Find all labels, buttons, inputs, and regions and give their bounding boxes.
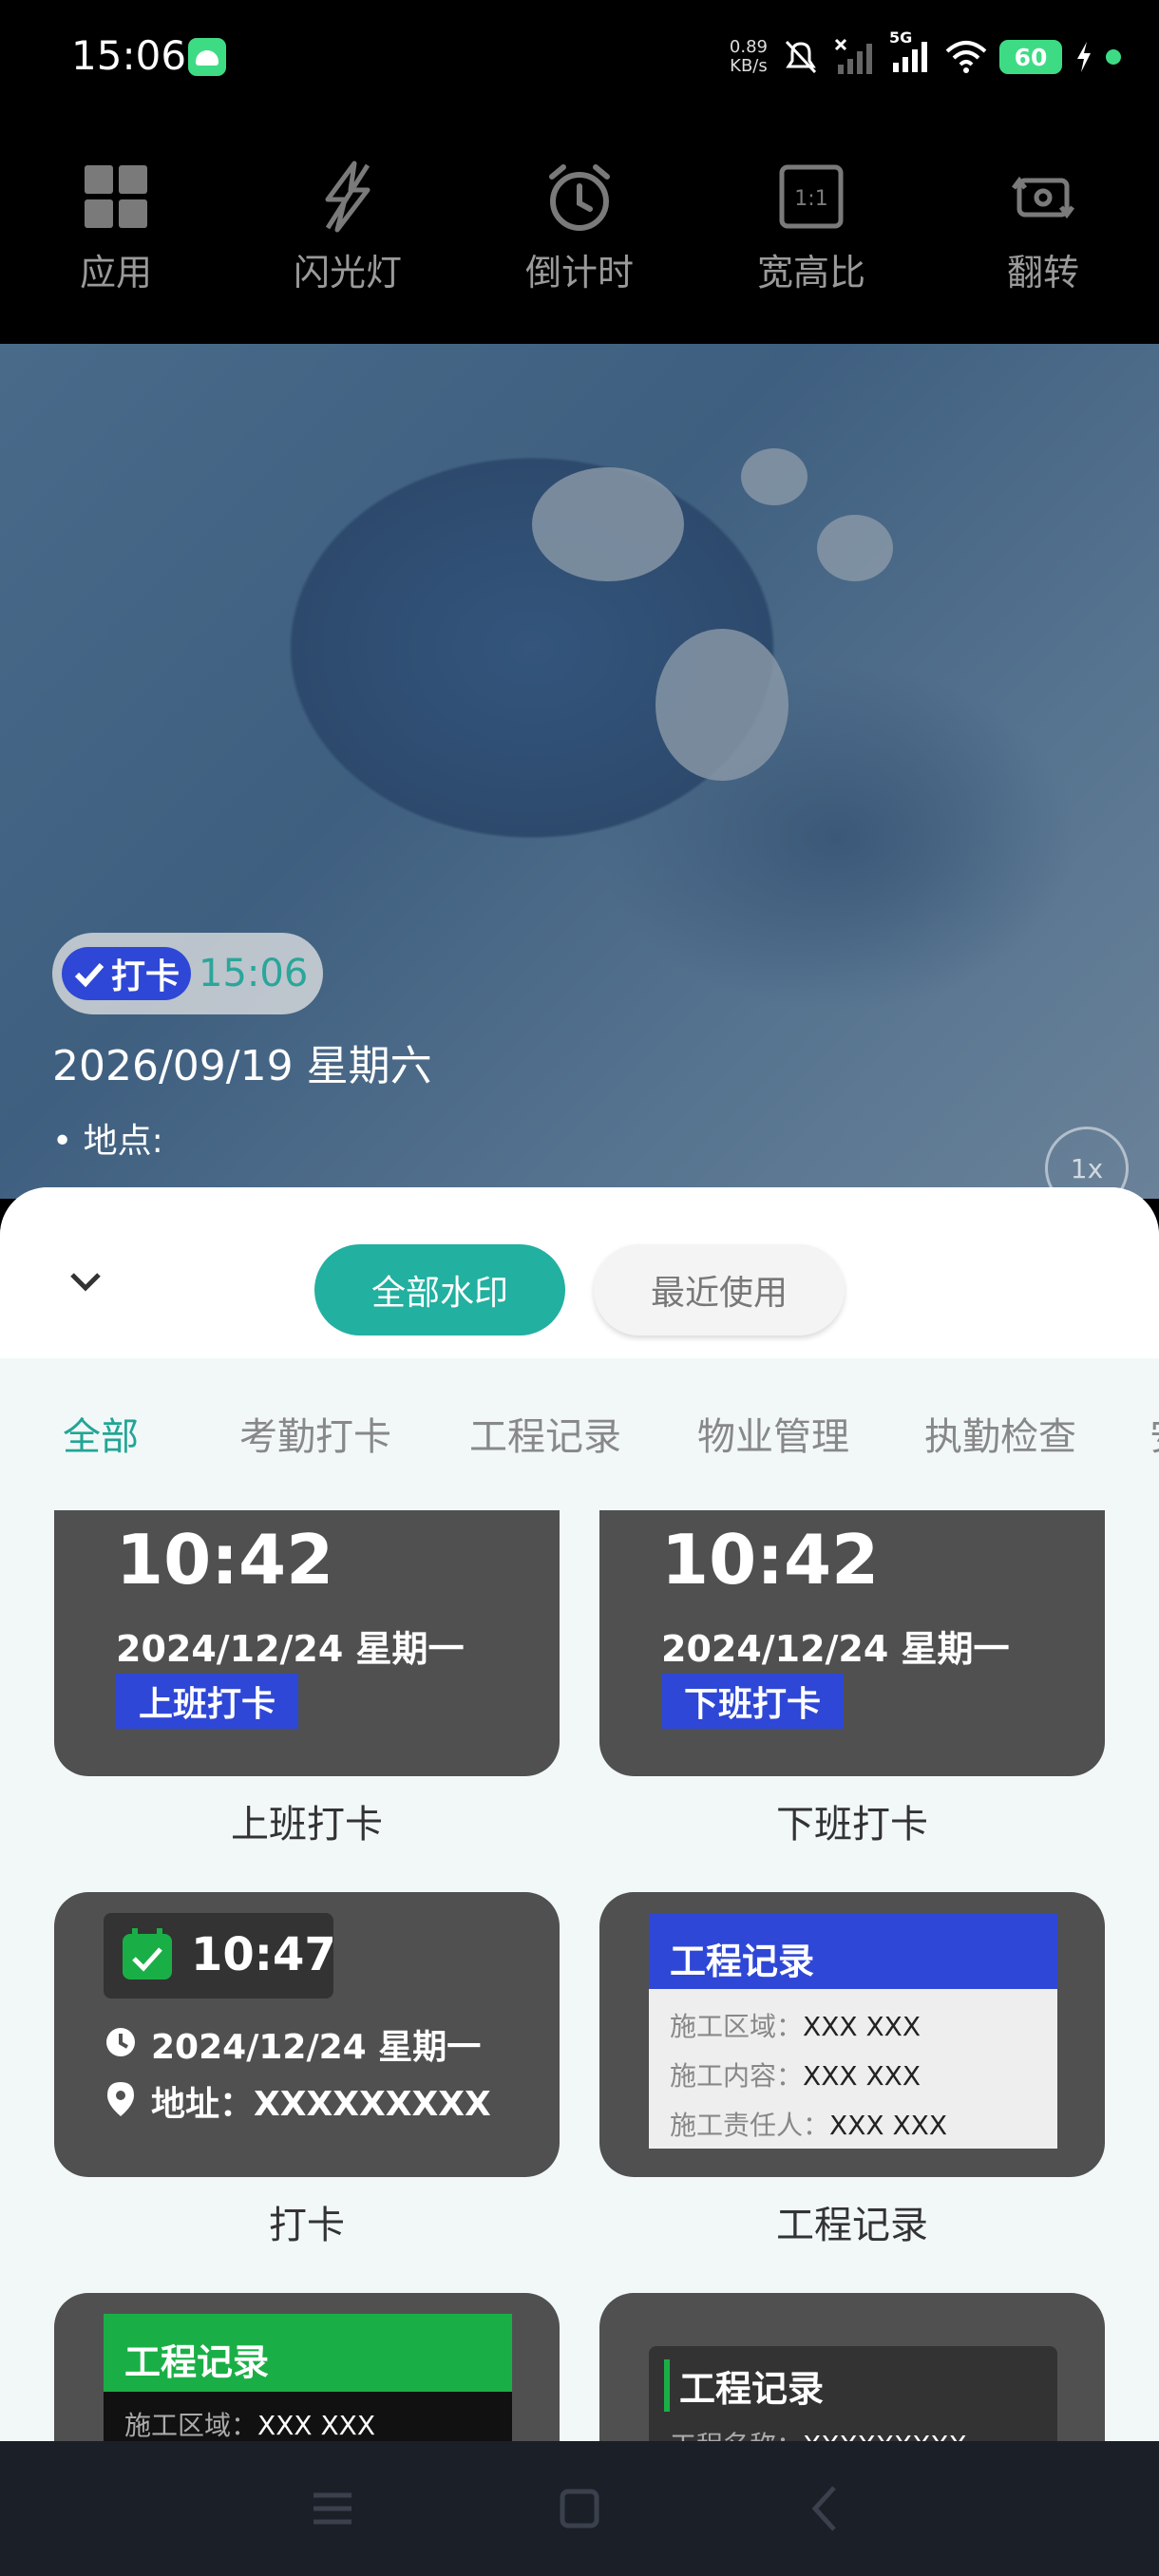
template-card-clock-out[interactable]: 10:42 2024/12/24 星期一 下班打卡 xyxy=(599,1510,1105,1776)
signal-5g: 5G xyxy=(889,28,933,78)
calendar-check-icon xyxy=(123,1928,172,1979)
template-caption: 上班打卡 xyxy=(231,1803,383,1847)
template-caption: 工程记录 xyxy=(776,2204,928,2247)
flash-button[interactable]: 闪光灯 xyxy=(232,114,464,344)
template-card-clock-in[interactable]: 10:42 2024/12/24 星期一 上班打卡 xyxy=(54,1510,560,1776)
menu-icon[interactable] xyxy=(304,2480,361,2537)
watermark-date: 2026/09/19 星期六 xyxy=(52,1042,432,1090)
tab-recent[interactable]: 最近使用 xyxy=(594,1244,845,1335)
tab-all-watermarks[interactable]: 全部水印 xyxy=(314,1244,565,1335)
net-speed: 0.89 KB/s xyxy=(729,37,768,76)
watermark-overlay[interactable]: 打卡 15:06 2026/09/19 星期六 • 地点: xyxy=(52,933,432,1163)
clock-icon xyxy=(106,2028,135,2056)
template-card-engineering-green[interactable]: 工程记录 施工区域：XXX XXX xyxy=(54,2293,560,2441)
svg-text:1:1: 1:1 xyxy=(794,187,827,211)
category-patrol[interactable]: 执勤检查 xyxy=(924,1406,1076,1461)
watermark-time: 15:06 xyxy=(199,952,309,995)
signal-icon xyxy=(893,42,927,72)
aspect-ratio-button[interactable]: 1:1 宽高比 xyxy=(695,114,927,344)
camera-toolbar: 应用 闪光灯 倒计时 1:1 宽高比 翻转 xyxy=(0,114,1159,344)
watermark-tag: 打卡 xyxy=(62,947,192,1000)
flip-camera-icon xyxy=(1012,176,1074,219)
category-attendance[interactable]: 考勤打卡 xyxy=(239,1406,391,1461)
status-icons: 0.89 KB/s 5G 60 xyxy=(730,28,1121,85)
category-property[interactable]: 物业管理 xyxy=(697,1406,849,1461)
apps-grid-icon xyxy=(85,165,147,228)
aspect-ratio-icon: 1:1 xyxy=(779,164,844,229)
category-more[interactable]: 安 xyxy=(1150,1406,1159,1461)
preview-blob xyxy=(532,467,684,581)
watermark-location: • 地点: xyxy=(52,1122,163,1161)
mute-bell-icon xyxy=(785,40,817,74)
status-bar: 15:06 0.89 KB/s 5G 60 xyxy=(0,0,1159,114)
home-icon[interactable] xyxy=(551,2480,608,2537)
camera-preview[interactable]: 打卡 15:06 2026/09/19 星期六 • 地点: 1x xyxy=(0,344,1159,1199)
preview-blob xyxy=(656,629,788,781)
preview-blob xyxy=(817,515,893,581)
engineering-rows: 施工区域：XXX XXX 施工内容：XXX XXX 施工责任人：XXX XXX xyxy=(670,2011,948,2141)
battery-indicator: 60 xyxy=(999,40,1062,74)
android-app-icon xyxy=(188,38,226,76)
signal-no-service-icon xyxy=(834,38,872,74)
flash-off-icon xyxy=(325,161,370,233)
charging-icon xyxy=(1077,42,1091,72)
template-card-checkin[interactable]: 10:47 2024/12/24 星期一 地址：XXXXXXXXX xyxy=(54,1892,560,2177)
notification-dot xyxy=(1106,49,1121,65)
apps-button[interactable]: 应用 xyxy=(0,114,232,344)
checkin-time-box: 10:47 xyxy=(104,1913,336,1998)
preview-blob xyxy=(741,448,808,505)
category-all[interactable]: 全部 xyxy=(63,1406,139,1461)
engineering-panel: 工程记录 施工区域：XXX XXX xyxy=(104,2314,512,2441)
flip-camera-button[interactable]: 翻转 xyxy=(927,114,1159,344)
template-caption: 下班打卡 xyxy=(776,1803,928,1847)
check-icon xyxy=(74,962,104,988)
template-card-engineering-dark[interactable]: 工程记录 工程名称：XXXXXXXXX xyxy=(599,2293,1105,2441)
sheet-header: 全部水印 最近使用 xyxy=(0,1187,1159,1358)
timer-icon xyxy=(549,164,610,231)
timer-button[interactable]: 倒计时 xyxy=(464,114,695,344)
engineering-panel: 工程记录 工程名称：XXXXXXXXX xyxy=(649,2346,1057,2441)
wifi-icon xyxy=(945,41,987,73)
category-tabs: 全部 考勤打卡 工程记录 物业管理 执勤检查 安 xyxy=(0,1358,1159,1491)
template-card-engineering-blue[interactable]: 工程记录 施工区域：XXX XXX 施工内容：XXX XXX 施工责任人：XXX… xyxy=(599,1892,1105,2177)
status-time: 15:06 xyxy=(71,32,187,79)
watermark-pill: 打卡 15:06 xyxy=(52,933,324,1014)
engineering-panel: 工程记录 施工区域：XXX XXX 施工内容：XXX XXX 施工责任人：XXX… xyxy=(649,1913,1057,2149)
template-caption: 打卡 xyxy=(269,2204,345,2247)
location-pin-icon xyxy=(107,2082,134,2116)
watermark-sheet: 全部水印 最近使用 全部 考勤打卡 工程记录 物业管理 执勤检查 安 10:42… xyxy=(0,1187,1159,2441)
back-icon[interactable] xyxy=(798,2480,855,2537)
category-engineering[interactable]: 工程记录 xyxy=(469,1406,621,1461)
system-nav-bar xyxy=(0,2441,1159,2576)
chevron-down-icon[interactable] xyxy=(66,1263,104,1301)
